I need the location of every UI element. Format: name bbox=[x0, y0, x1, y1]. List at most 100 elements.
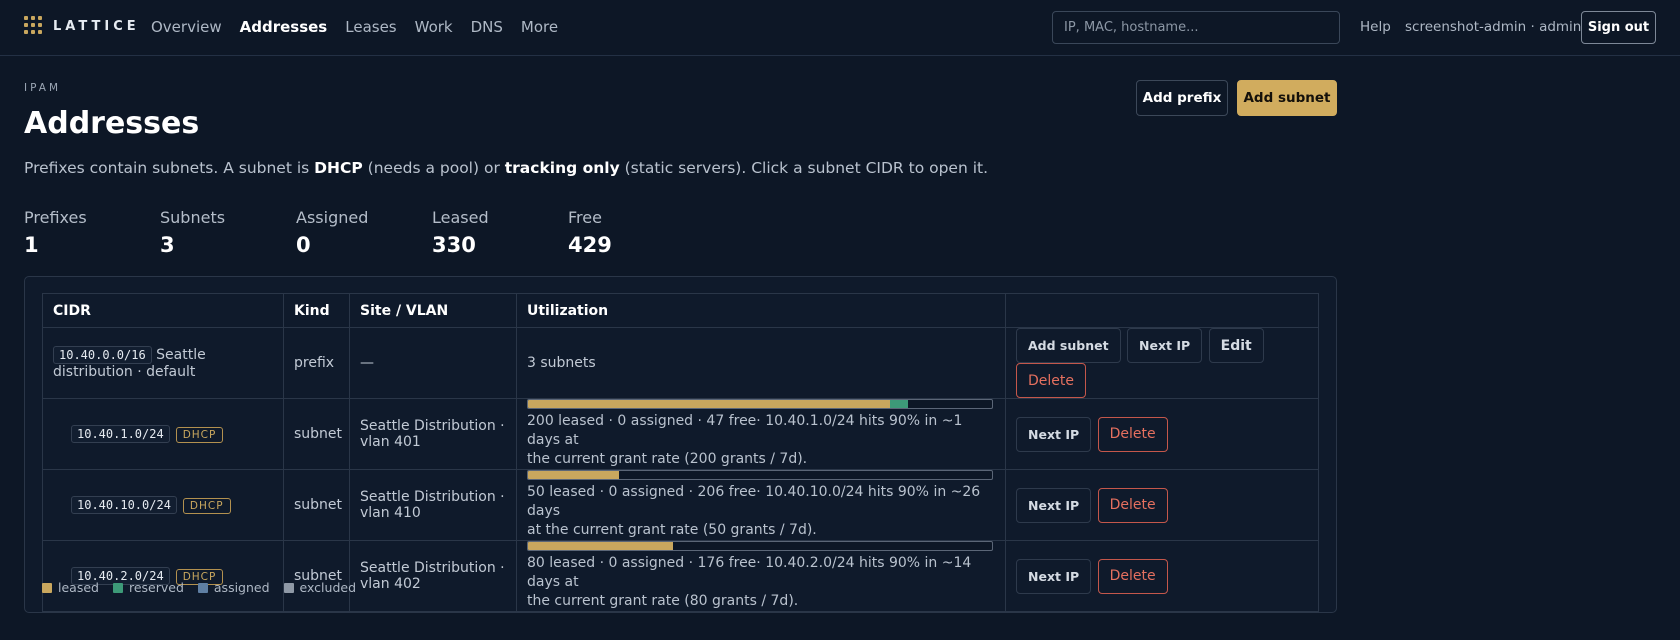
table-row-prefix: 10.40.0.0/16 Seattle distribution · defa… bbox=[42, 327, 1319, 399]
table-row-subnet: 10.40.1.0/24 DHCP subnet Seattle Distribu… bbox=[42, 398, 1319, 470]
stat-value: 1 bbox=[24, 233, 39, 257]
prefix-site-line1: Seattle bbox=[156, 347, 206, 363]
stat-value: 0 bbox=[296, 233, 311, 257]
site-name: Seattle Distribution · bbox=[360, 489, 505, 505]
prefix-cidr-link[interactable]: 10.40.0.0/16 bbox=[53, 346, 152, 364]
vlan-name: vlan 410 bbox=[360, 505, 421, 521]
utilization-leased-fill bbox=[528, 542, 674, 550]
cell-utilization: 3 subnets bbox=[516, 327, 1006, 399]
top-navigation-bar: LATTICE Overview Addresses Leases Work D… bbox=[0, 0, 1680, 56]
legend-item-assigned: assigned bbox=[197, 580, 270, 595]
cell-kind: prefix bbox=[283, 327, 350, 399]
cell-cidr: 10.40.10.0/24 DHCP bbox=[42, 469, 284, 541]
legend-label: reserved bbox=[128, 580, 184, 595]
stat-leased: Leased 330 bbox=[432, 208, 489, 257]
utilization-text: 80 leased · 0 assigned · 176 free· 10.40… bbox=[527, 555, 972, 609]
utilization-bar bbox=[527, 470, 993, 480]
cell-utilization: 50 leased · 0 assigned · 206 free· 10.40… bbox=[516, 469, 1006, 541]
cell-utilization: 80 leased · 0 assigned · 176 free· 10.40… bbox=[516, 540, 1006, 612]
edit-button[interactable]: Edit bbox=[1208, 328, 1264, 363]
grid-logo-icon bbox=[24, 16, 44, 36]
delete-button[interactable]: Delete bbox=[1097, 558, 1168, 594]
next-ip-button[interactable]: Next IP bbox=[1016, 416, 1092, 452]
prefix-site-line2: distribution · default bbox=[53, 364, 196, 380]
addresses-panel: CIDR Kind Site / VLAN Utilization 10.40.… bbox=[24, 276, 1337, 613]
cell-actions: Next IP Delete bbox=[1005, 540, 1319, 612]
legend-item-leased: leased bbox=[42, 580, 99, 595]
legend-item-excluded: excluded bbox=[283, 580, 357, 595]
cell-actions: Add subnet Next IP Edit Delete bbox=[1005, 327, 1319, 399]
user-label: screenshot-admin · admin bbox=[1405, 19, 1582, 35]
stat-value: 429 bbox=[568, 233, 612, 257]
next-ip-button[interactable]: Next IP bbox=[1127, 328, 1203, 363]
stat-prefixes: Prefixes 1 bbox=[24, 208, 87, 257]
cell-site-vlan: Seattle Distribution · vlan 401 bbox=[349, 398, 517, 470]
site-name: Seattle Distribution · bbox=[360, 418, 505, 434]
utilization-legend: leased reserved assigned excluded bbox=[42, 580, 370, 595]
stat-label: Prefixes bbox=[24, 208, 87, 227]
legend-label: assigned bbox=[213, 580, 270, 595]
column-header-site-vlan: Site / VLAN bbox=[349, 293, 517, 328]
delete-button[interactable]: Delete bbox=[1097, 416, 1168, 452]
vlan-name: vlan 401 bbox=[360, 434, 421, 450]
nav-overview[interactable]: Overview bbox=[151, 18, 222, 36]
search-input[interactable] bbox=[1052, 11, 1340, 44]
cell-utilization: 200 leased · 0 assigned · 47 free· 10.40… bbox=[516, 398, 1006, 470]
stat-label: Free bbox=[568, 208, 602, 227]
cell-cidr: 10.40.1.0/24 DHCP bbox=[42, 398, 284, 470]
add-subnet-button[interactable]: Add subnet bbox=[1237, 80, 1337, 116]
delete-button[interactable]: Delete bbox=[1016, 363, 1086, 398]
column-header-actions bbox=[1005, 293, 1319, 328]
cell-kind: subnet bbox=[283, 540, 350, 612]
nav-leases[interactable]: Leases bbox=[345, 18, 396, 36]
intro-text: Prefixes contain subnets. A subnet is DH… bbox=[24, 159, 989, 177]
nav-dns[interactable]: DNS bbox=[471, 18, 503, 36]
add-prefix-button[interactable]: Add prefix bbox=[1136, 80, 1228, 116]
addresses-table: CIDR Kind Site / VLAN Utilization 10.40.… bbox=[42, 293, 1319, 612]
legend-swatch-reserved bbox=[112, 582, 123, 593]
cell-actions: Next IP Delete bbox=[1005, 398, 1319, 470]
delete-button[interactable]: Delete bbox=[1097, 487, 1168, 523]
main-nav: Overview Addresses Leases Work DNS More bbox=[151, 18, 576, 36]
stat-assigned: Assigned 0 bbox=[296, 208, 368, 257]
page-title: Addresses bbox=[24, 106, 200, 141]
subnet-cidr-link[interactable]: 10.40.10.0/24 bbox=[71, 496, 177, 514]
stat-free: Free 429 bbox=[568, 208, 612, 257]
stat-label: Assigned bbox=[296, 208, 369, 227]
cell-cidr: 10.40.0.0/16 Seattle distribution · defa… bbox=[42, 327, 284, 399]
brand-logo[interactable]: LATTICE bbox=[24, 16, 140, 36]
sign-out-button[interactable]: Sign out bbox=[1581, 11, 1656, 44]
nav-more[interactable]: More bbox=[521, 18, 558, 36]
stat-label: Subnets bbox=[160, 208, 226, 227]
legend-item-reserved: reserved bbox=[112, 580, 184, 595]
next-ip-button[interactable]: Next IP bbox=[1016, 558, 1092, 594]
help-link[interactable]: Help bbox=[1360, 19, 1391, 35]
utilization-text: 50 leased · 0 assigned · 206 free· 10.40… bbox=[527, 484, 981, 538]
cell-site-vlan: — bbox=[349, 327, 517, 399]
legend-label: excluded bbox=[299, 580, 357, 595]
column-header-kind: Kind bbox=[283, 293, 350, 328]
dhcp-badge: DHCP bbox=[182, 498, 231, 514]
stat-subnets: Subnets 3 bbox=[160, 208, 225, 257]
cell-kind: subnet bbox=[283, 398, 350, 470]
legend-swatch-leased bbox=[42, 582, 52, 593]
cell-site-vlan: Seattle Distribution · vlan 410 bbox=[349, 469, 517, 541]
table-header-row: CIDR Kind Site / VLAN Utilization bbox=[42, 293, 1319, 328]
next-ip-button[interactable]: Next IP bbox=[1016, 487, 1092, 523]
utilization-leased-fill bbox=[528, 471, 619, 479]
cell-kind: subnet bbox=[283, 469, 350, 541]
add-subnet-row-button[interactable]: Add subnet bbox=[1016, 328, 1121, 363]
cell-cidr: 10.40.2.0/24 DHCP bbox=[42, 540, 284, 612]
legend-swatch-excluded bbox=[283, 582, 294, 593]
stat-label: Leased bbox=[432, 208, 489, 227]
column-header-cidr: CIDR bbox=[42, 293, 284, 328]
table-row-subnet: 10.40.10.0/24 DHCP subnet Seattle Distrib… bbox=[42, 469, 1319, 541]
section-eyebrow: IPAM bbox=[24, 82, 61, 94]
brand-name: LATTICE bbox=[53, 18, 140, 34]
dhcp-badge: DHCP bbox=[175, 427, 224, 443]
stat-value: 330 bbox=[432, 233, 476, 257]
utilization-bar bbox=[527, 399, 993, 409]
nav-work[interactable]: Work bbox=[415, 18, 453, 36]
subnet-cidr-link[interactable]: 10.40.1.0/24 bbox=[71, 425, 170, 443]
nav-addresses[interactable]: Addresses bbox=[240, 18, 328, 36]
